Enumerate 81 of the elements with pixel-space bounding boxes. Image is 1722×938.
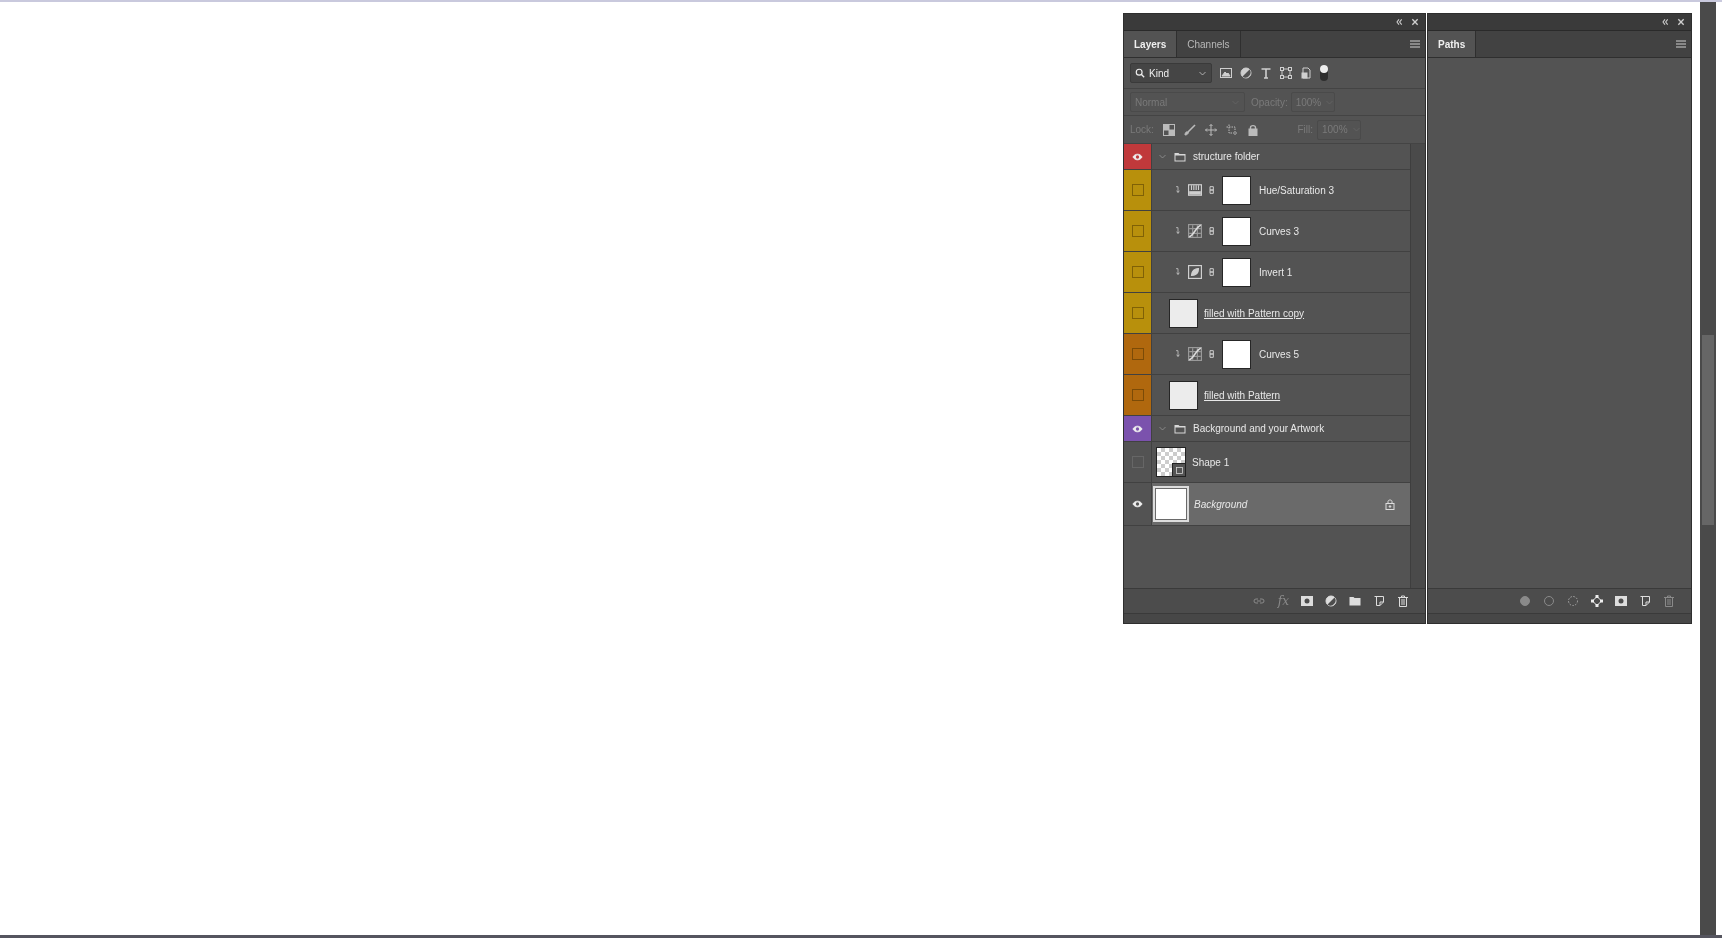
circle-icon[interactable] <box>1543 595 1555 607</box>
filled-circle-icon[interactable] <box>1519 595 1531 607</box>
layer-row[interactable]: Invert 1 <box>1124 252 1410 293</box>
collapse-icon[interactable] <box>1661 18 1669 26</box>
menu-icon[interactable] <box>1409 38 1421 50</box>
scrollbar[interactable] <box>1700 2 1716 935</box>
type-icon[interactable] <box>1260 67 1272 79</box>
visibility-checkbox[interactable] <box>1131 184 1144 196</box>
lock-transparency-icon[interactable] <box>1162 123 1175 136</box>
search-icon <box>1135 68 1145 78</box>
link-icon <box>1208 347 1216 361</box>
layer-name: Hue/Saturation 3 <box>1259 184 1335 196</box>
transform-icon[interactable] <box>1280 67 1292 79</box>
panel-tab[interactable]: Paths <box>1428 31 1477 57</box>
layer-row[interactable]: filled with Pattern copy <box>1124 293 1410 334</box>
curves-icon <box>1188 224 1202 238</box>
menu-icon[interactable] <box>1675 38 1687 50</box>
folder-icon <box>1173 422 1187 435</box>
visibility-checkbox[interactable] <box>1131 225 1144 237</box>
visibility-checkbox[interactable] <box>1131 266 1144 278</box>
path-points-icon[interactable] <box>1591 595 1603 607</box>
move-icon[interactable] <box>1204 123 1217 136</box>
layer-name: Background and your Artwork <box>1193 423 1325 434</box>
layer-row[interactable]: Shape 1 <box>1124 442 1410 483</box>
layer-row[interactable]: structure folder <box>1124 144 1410 170</box>
new-path-icon[interactable] <box>1639 595 1651 607</box>
half-circle-icon[interactable] <box>1325 595 1337 607</box>
panel-tab[interactable]: Channels <box>1177 31 1241 57</box>
link-icon <box>1208 183 1216 197</box>
link-icon <box>1208 224 1216 238</box>
eye-icon[interactable] <box>1131 499 1144 509</box>
visibility-checkbox[interactable] <box>1131 307 1144 319</box>
layer-row[interactable]: Curves 3 <box>1124 211 1410 252</box>
folder-icon <box>1173 150 1187 163</box>
lock-icon[interactable] <box>1246 123 1259 136</box>
layer-name: Shape 1 <box>1192 456 1230 468</box>
visibility-checkbox[interactable] <box>1131 389 1144 401</box>
curves-icon <box>1188 347 1202 361</box>
layer-name: filled with Pattern <box>1204 389 1282 401</box>
invert-icon <box>1188 265 1202 279</box>
scrollbar[interactable] <box>1410 144 1425 588</box>
crop-icon[interactable] <box>1225 123 1238 136</box>
new-layer-icon[interactable] <box>1373 595 1385 607</box>
dotted-circle-icon[interactable] <box>1567 595 1579 607</box>
collapse-icon[interactable] <box>1395 18 1403 26</box>
layer-row[interactable]: Curves 5 <box>1124 334 1410 375</box>
folder-icon[interactable] <box>1349 595 1361 607</box>
layer-mask-thumbnail <box>1222 175 1251 205</box>
close-icon[interactable] <box>1411 18 1419 26</box>
layer-name: filled with Pattern copy <box>1204 307 1306 319</box>
layer-name: Curves 5 <box>1259 348 1299 360</box>
mask-icon[interactable] <box>1301 595 1313 607</box>
layer-thumbnail <box>1156 489 1186 519</box>
layer-mask-thumbnail <box>1222 339 1251 369</box>
half-circle-icon[interactable] <box>1240 67 1252 79</box>
layer-row[interactable]: Background <box>1124 483 1410 526</box>
eye-icon[interactable] <box>1131 423 1144 434</box>
layer-row[interactable]: Hue/Saturation 3 <box>1124 170 1410 211</box>
brush-icon[interactable] <box>1183 123 1196 136</box>
layer-row[interactable]: filled with Pattern <box>1124 375 1410 416</box>
close-icon[interactable] <box>1677 18 1685 26</box>
layer-thumbnail <box>1169 380 1198 410</box>
layer-name: Background <box>1194 498 1248 510</box>
hue-saturation-icon <box>1188 183 1202 197</box>
layer-name: Curves 3 <box>1259 225 1299 237</box>
visibility-checkbox[interactable] <box>1131 348 1144 360</box>
filter-dropdown[interactable]: Kind <box>1130 63 1212 83</box>
layer-name: structure folder <box>1193 151 1260 162</box>
layer-row[interactable]: Background and your Artwork <box>1124 416 1410 442</box>
layer-name: Invert 1 <box>1259 266 1293 278</box>
layer-thumbnail <box>1169 298 1198 328</box>
eye-icon[interactable] <box>1131 151 1144 162</box>
panel-tab[interactable]: Layers <box>1124 31 1178 57</box>
link-icon <box>1208 265 1216 279</box>
mask-icon[interactable] <box>1615 595 1627 607</box>
layer-mask-thumbnail <box>1222 257 1251 287</box>
filter-toggle[interactable] <box>1320 65 1328 81</box>
layer-mask-thumbnail <box>1222 216 1251 246</box>
smart-object-icon[interactable] <box>1300 67 1312 79</box>
image-icon[interactable] <box>1220 67 1232 79</box>
shape-icon <box>1174 465 1184 475</box>
